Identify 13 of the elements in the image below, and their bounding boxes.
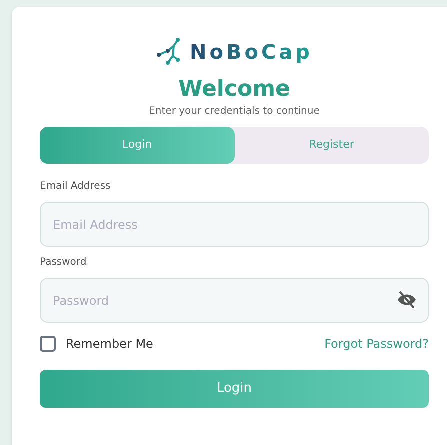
remember-label: Remember Me [66,336,154,353]
tab[interactable]: Login [40,127,234,164]
subtitle: Enter your credentials to continue [148,105,321,119]
welcome-heading: Welcome [178,77,292,103]
tab[interactable]: Register [234,127,429,164]
remember-checkbox[interactable] [40,336,56,352]
field-label: Password [40,256,88,270]
forgot-password-link[interactable]: Forgot Password? [324,335,429,353]
email-field[interactable]: Email Address [40,202,429,247]
login-button[interactable]: Login [40,370,429,408]
eye-slash-icon[interactable] [397,291,417,309]
field-label: Email Address [40,180,112,194]
password-field[interactable]: Password [40,278,429,323]
